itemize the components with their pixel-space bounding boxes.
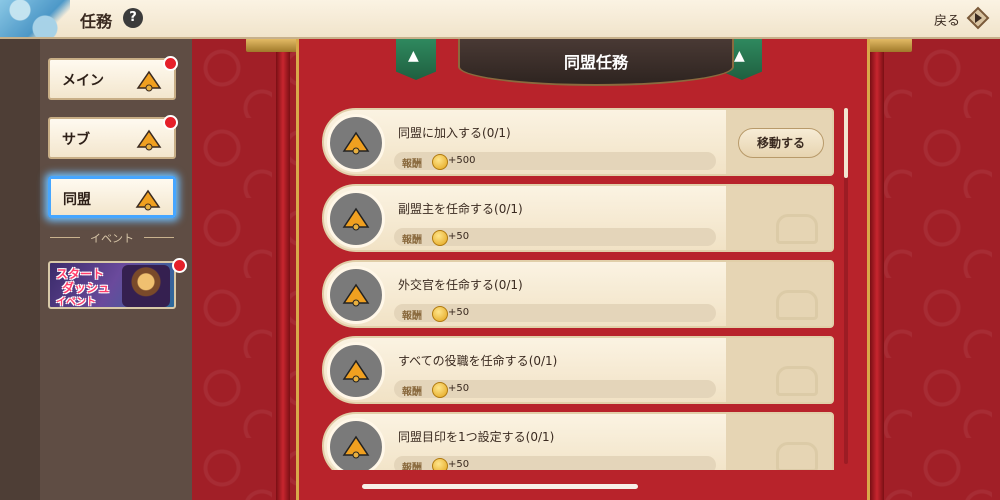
task-row: すべての役職を任命する(0/1) 報酬 +50: [322, 336, 834, 404]
reward-label: 報酬: [402, 159, 422, 170]
task-name: すべての役職を任命する(0/1): [398, 354, 558, 368]
task-avatar: [327, 190, 385, 248]
cloud-decoration-icon: [776, 366, 818, 396]
fan-icon: [342, 131, 370, 155]
fan-icon: [342, 435, 370, 459]
tab-sub[interactable]: サブ: [48, 115, 178, 159]
tab-main-label: メイン: [62, 73, 104, 89]
back-button-label[interactable]: 戻る: [934, 10, 960, 29]
reward-amount: +50: [448, 459, 470, 470]
tab-sub-label: サブ: [62, 132, 90, 148]
task-name: 副盟主を任命する(0/1): [398, 202, 523, 216]
fan-icon: [136, 129, 162, 151]
event-banner-start-dash[interactable]: スタート ダッシュ イベント: [48, 261, 176, 309]
cloud-decoration-icon: [776, 442, 818, 470]
page-title: 任務: [80, 12, 113, 31]
reward-amount: +50: [448, 307, 470, 318]
tab-alliance-label: 同盟: [63, 192, 91, 208]
wave-decoration: [0, 0, 70, 37]
fan-icon: [342, 359, 370, 383]
notification-badge: [172, 258, 187, 273]
task-name: 同盟に加入する(0/1): [398, 126, 511, 140]
right-pillar: [870, 38, 884, 500]
coin-icon: [432, 458, 448, 470]
task-row: 副盟主を任命する(0/1) 報酬 +50: [322, 184, 834, 252]
panel-title: 同盟任務: [563, 53, 628, 72]
event-character-image: [122, 265, 170, 307]
event-banner-line3: イベント: [56, 297, 96, 308]
fan-icon: [342, 283, 370, 307]
reward-amount: +50: [448, 383, 470, 394]
top-bar: 任務 ? 戻る: [0, 0, 1000, 39]
home-indicator[interactable]: [362, 484, 638, 489]
back-arrow-icon[interactable]: [964, 4, 992, 32]
reward-amount: +500: [448, 155, 476, 166]
task-avatar: [327, 114, 385, 172]
notification-badge: [163, 115, 178, 130]
fan-icon: [135, 189, 161, 211]
notification-badge: [163, 56, 178, 71]
cloud-decoration-icon: [776, 214, 818, 244]
sidebar-edge: [0, 38, 40, 500]
reward-label: 報酬: [402, 387, 422, 398]
left-pillar: [276, 38, 290, 500]
help-icon[interactable]: ?: [123, 8, 143, 28]
task-avatar: [327, 418, 385, 470]
move-button[interactable]: 移動する: [738, 128, 824, 158]
coin-icon: [432, 154, 448, 170]
coin-icon: [432, 306, 448, 322]
reward-label: 報酬: [402, 311, 422, 322]
coin-icon: [432, 382, 448, 398]
reward-label: 報酬: [402, 235, 422, 246]
coin-icon: [432, 230, 448, 246]
fan-icon: [342, 207, 370, 231]
task-row: 同盟目印を1つ設定する(0/1) 報酬 +50: [322, 412, 834, 470]
cloud-decoration-icon: [776, 290, 818, 320]
left-banner-flag-icon: [396, 38, 436, 80]
task-name: 同盟目印を1つ設定する(0/1): [398, 430, 555, 444]
task-name: 外交官を任命する(0/1): [398, 278, 523, 292]
task-avatar: [327, 266, 385, 324]
tab-alliance[interactable]: 同盟: [48, 176, 176, 218]
reward-amount: +50: [448, 231, 470, 242]
fan-icon: [136, 70, 162, 92]
task-avatar: [327, 342, 385, 400]
reward-label: 報酬: [402, 463, 422, 470]
tab-main[interactable]: メイン: [48, 56, 178, 100]
task-row: 同盟に加入する(0/1) 報酬 +500 移動する: [322, 108, 834, 176]
task-row: 外交官を任命する(0/1) 報酬 +50: [322, 260, 834, 328]
scrollbar-thumb[interactable]: [844, 108, 848, 178]
task-list[interactable]: 同盟に加入する(0/1) 報酬 +500 移動する 副盟主を任命する(0/1) …: [322, 104, 834, 470]
panel-header: 同盟任務: [458, 38, 734, 86]
event-section-label: イベント: [48, 230, 176, 246]
